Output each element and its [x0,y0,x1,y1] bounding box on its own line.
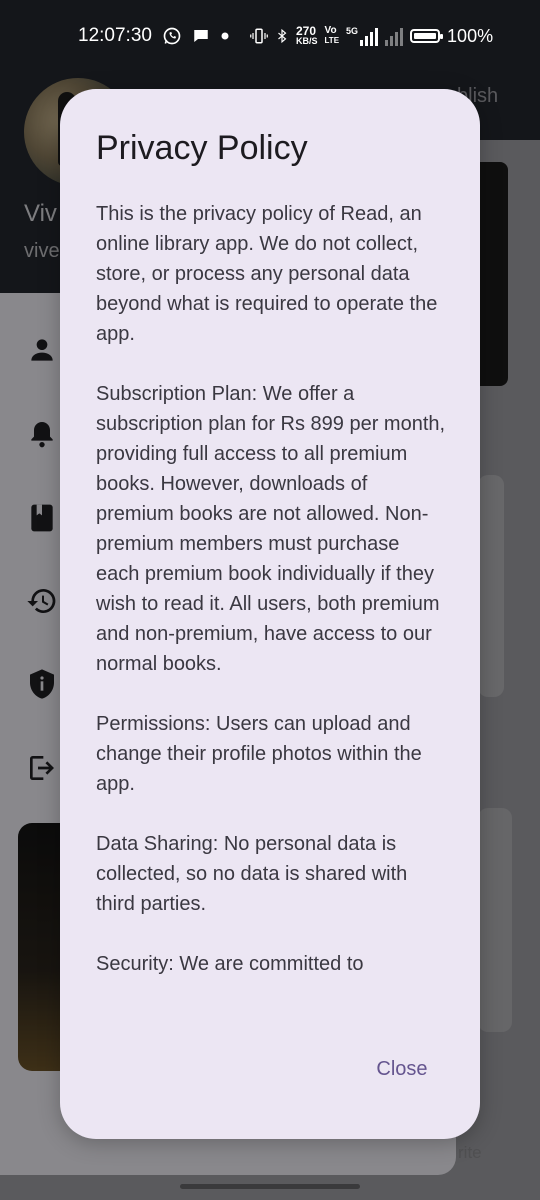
status-bar: 12:07:30 270 KB/S Vo LTE 5G 100% [0,0,540,72]
policy-paragraph-subscription: Subscription Plan: We offer a subscripti… [96,383,446,675]
battery-percent: 100% [447,25,494,46]
volte-badge: Vo LTE [324,25,340,46]
dialog-title: Privacy Policy [96,129,308,167]
policy-paragraph-data-sharing: Data Sharing: No personal data is collec… [96,833,408,915]
whatsapp-icon [163,27,181,45]
signal-icon: 5G [346,26,379,46]
clock: 12:07:30 [78,25,152,46]
dot-icon [221,32,229,40]
net-speed: 270 KB/S [296,24,318,46]
notification-icons [162,24,230,48]
dialog-scroll-content[interactable]: This is the privacy policy of Read, an o… [96,199,448,997]
chat-bubble-icon [194,30,208,42]
signal-secondary-icon [385,26,404,46]
vibrate-icon [250,28,268,44]
close-button[interactable]: Close [357,1049,447,1089]
policy-paragraph-security: Security: We are committed to [96,953,364,975]
battery-icon [410,29,444,43]
policy-paragraph-permissions: Permissions: Users can upload and change… [96,713,422,795]
home-indicator[interactable] [180,1184,360,1189]
policy-paragraph-intro: This is the privacy policy of Read, an o… [96,203,438,345]
privacy-policy-dialog: Privacy Policy This is the privacy polic… [60,89,480,1139]
system-indicators: 270 KB/S Vo LTE 5G 100% [250,23,493,49]
bluetooth-icon [278,28,287,44]
